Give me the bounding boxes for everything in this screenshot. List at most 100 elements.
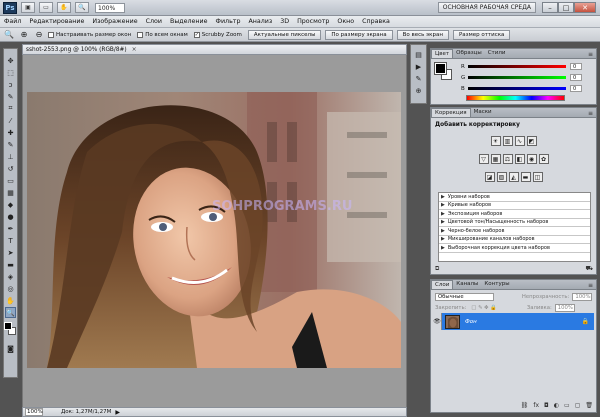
menu-layers[interactable]: Слои bbox=[146, 18, 162, 25]
shape-tool-icon[interactable]: ▬ bbox=[5, 259, 16, 270]
dodge-tool-icon[interactable]: ● bbox=[5, 211, 16, 222]
canvas-area[interactable]: SOHPROGRAMS.RU bbox=[22, 55, 407, 407]
close-button[interactable]: ✕ bbox=[574, 2, 596, 13]
scrubby-zoom-checkbox[interactable]: ✓ Scrubby Zoom bbox=[193, 31, 242, 38]
menu-select[interactable]: Выделение bbox=[170, 18, 208, 25]
curves-icon[interactable]: ∿ bbox=[514, 136, 525, 146]
minimize-button[interactable]: – bbox=[542, 2, 558, 13]
tab-paths[interactable]: Контуры bbox=[481, 280, 512, 289]
menu-view[interactable]: Просмотр bbox=[297, 18, 329, 25]
eraser-tool-icon[interactable]: ▭ bbox=[5, 175, 16, 186]
fit-screen-button[interactable]: По размеру экрана bbox=[325, 29, 393, 40]
path-select-tool-icon[interactable]: ➤ bbox=[5, 247, 16, 258]
eye-icon[interactable]: 👁 bbox=[433, 313, 442, 330]
red-value-input[interactable]: 0 bbox=[570, 63, 582, 70]
blend-mode-select[interactable]: Обычные bbox=[435, 293, 494, 301]
quick-select-tool-icon[interactable]: ✎ bbox=[5, 91, 16, 102]
panel-menu-icon[interactable]: ≡ bbox=[588, 282, 593, 289]
zoom-icon[interactable]: 🔍 bbox=[75, 2, 89, 13]
layer-row-background[interactable]: 👁 Фон 🔒 bbox=[433, 313, 594, 330]
zoom-level-field[interactable]: 100% bbox=[95, 2, 125, 13]
resize-windows-checkbox[interactable]: Настраивать размер окон bbox=[48, 31, 131, 38]
zoom-tool-active-icon[interactable]: 🔍 bbox=[5, 307, 16, 318]
actual-pixels-button[interactable]: Актуальные пикселы bbox=[247, 29, 322, 40]
gradient-tool-icon[interactable]: ▦ bbox=[5, 187, 16, 198]
pen-tool-icon[interactable]: ✒ bbox=[5, 223, 16, 234]
new-layer-icon[interactable]: ▢ bbox=[575, 402, 581, 409]
crop-tool-icon[interactable]: ⌗ bbox=[5, 103, 16, 114]
panel-menu-icon[interactable]: ≡ bbox=[588, 51, 593, 58]
red-slider[interactable] bbox=[468, 65, 566, 68]
status-menu-arrow-icon[interactable]: ▶ bbox=[115, 409, 120, 416]
status-zoom-field[interactable]: 100% bbox=[25, 408, 43, 416]
blue-slider[interactable] bbox=[468, 87, 566, 90]
new-group-icon[interactable]: ▭ bbox=[564, 402, 570, 409]
color-spectrum-bar[interactable] bbox=[466, 95, 565, 101]
levels-icon[interactable]: ▥ bbox=[502, 136, 513, 146]
photo-canvas[interactable]: SOHPROGRAMS.RU bbox=[27, 92, 401, 368]
tab-channels[interactable]: Каналы bbox=[453, 280, 481, 289]
channel-mixer-icon[interactable]: ✿ bbox=[538, 154, 549, 164]
new-adjustment-icon[interactable]: ⛟ bbox=[585, 265, 593, 273]
history-brush-tool-icon[interactable]: ↺ bbox=[5, 163, 16, 174]
posterize-icon[interactable]: ▨ bbox=[496, 172, 507, 182]
move-tool-icon[interactable]: ✥ bbox=[5, 55, 16, 66]
type-tool-icon[interactable]: T bbox=[5, 235, 16, 246]
opacity-input[interactable]: 100% bbox=[572, 293, 592, 301]
invert-icon[interactable]: ◪ bbox=[484, 172, 495, 182]
print-size-button[interactable]: Размер оттиска bbox=[452, 29, 511, 40]
marquee-tool-icon[interactable]: ⬚ bbox=[5, 67, 16, 78]
panel-menu-icon[interactable]: ≡ bbox=[588, 110, 593, 117]
history-panel-icon[interactable]: ▤ bbox=[413, 49, 424, 60]
minibridge-button[interactable]: ▭ bbox=[39, 2, 53, 13]
green-value-input[interactable]: 0 bbox=[570, 74, 582, 81]
fill-input[interactable]: 100% bbox=[554, 304, 575, 312]
exposure-icon[interactable]: ◩ bbox=[526, 136, 537, 146]
menu-help[interactable]: Справка bbox=[362, 18, 390, 25]
trash-icon[interactable]: 🗑 bbox=[585, 402, 593, 409]
actions-panel-icon[interactable]: ▶ bbox=[413, 61, 424, 72]
zoom-in-icon[interactable]: ⊕ bbox=[18, 29, 30, 40]
zoom-tool-icon[interactable]: 🔍 bbox=[3, 29, 15, 40]
menu-window[interactable]: Окно bbox=[337, 18, 354, 25]
clip-icon[interactable]: ⧉ bbox=[435, 265, 439, 273]
zoom-all-windows-checkbox[interactable]: По всем окнам bbox=[137, 31, 188, 38]
green-slider[interactable] bbox=[468, 76, 566, 79]
preset-selective-color[interactable]: ▶ Выборочная коррекция цвета наборов bbox=[439, 244, 590, 253]
menu-3d[interactable]: 3D bbox=[280, 18, 289, 25]
vibrance-icon[interactable]: ▽ bbox=[478, 154, 489, 164]
hand-tool-icon[interactable]: ✋ bbox=[5, 295, 16, 306]
menu-image[interactable]: Изображение bbox=[92, 18, 137, 25]
blur-tool-icon[interactable]: ◆ bbox=[5, 199, 16, 210]
tab-swatches[interactable]: Образцы bbox=[453, 49, 485, 58]
fill-screen-button[interactable]: Во весь экран bbox=[396, 29, 449, 40]
preset-curves[interactable]: ▶ Кривые наборов bbox=[439, 202, 590, 210]
preset-exposure[interactable]: ▶ Экспозиция наборов bbox=[439, 210, 590, 219]
preset-levels[interactable]: ▶ Уровни наборов bbox=[439, 193, 590, 202]
preset-channel-mixer[interactable]: ▶ Микширование каналов наборов bbox=[439, 236, 590, 244]
gradient-map-icon[interactable]: ▬ bbox=[520, 172, 531, 182]
fx-icon[interactable]: fx bbox=[533, 402, 539, 409]
stamp-tool-icon[interactable]: ⊥ bbox=[5, 151, 16, 162]
close-tab-icon[interactable]: × bbox=[132, 46, 137, 53]
tab-masks[interactable]: Маски bbox=[471, 108, 495, 117]
zoom-out-icon[interactable]: ⊖ bbox=[33, 29, 45, 40]
brightness-icon[interactable]: ☀ bbox=[490, 136, 501, 146]
eyedropper-tool-icon[interactable]: ⁄ bbox=[5, 115, 16, 126]
maximize-button[interactable]: □ bbox=[558, 2, 574, 13]
menu-file[interactable]: Файл bbox=[4, 18, 21, 25]
black-white-icon[interactable]: ◧ bbox=[514, 154, 525, 164]
workspace-selector[interactable]: ОСНОВНАЯ РАБОЧАЯ СРЕДА bbox=[437, 2, 536, 13]
quick-mask-icon[interactable]: ◙ bbox=[5, 343, 16, 354]
preset-black-white[interactable]: ▶ Черно-белое наборов bbox=[439, 227, 590, 236]
menu-analysis[interactable]: Анализ bbox=[248, 18, 272, 25]
brush-tool-icon[interactable]: ✎ bbox=[5, 139, 16, 150]
adjustment-layer-icon[interactable]: ◐ bbox=[554, 402, 559, 409]
blue-value-input[interactable]: 0 bbox=[570, 85, 582, 92]
preset-hue-saturation[interactable]: ▶ Цветовой тон/Насыщенность наборов bbox=[439, 219, 590, 227]
clone-source-panel-icon[interactable]: ⊕ bbox=[413, 85, 424, 96]
lock-icons[interactable]: □ ✎ ✥ 🔒 bbox=[471, 305, 497, 311]
photo-filter-icon[interactable]: ◉ bbox=[526, 154, 537, 164]
lasso-tool-icon[interactable]: ↄ bbox=[5, 79, 16, 90]
threshold-icon[interactable]: ◭ bbox=[508, 172, 519, 182]
